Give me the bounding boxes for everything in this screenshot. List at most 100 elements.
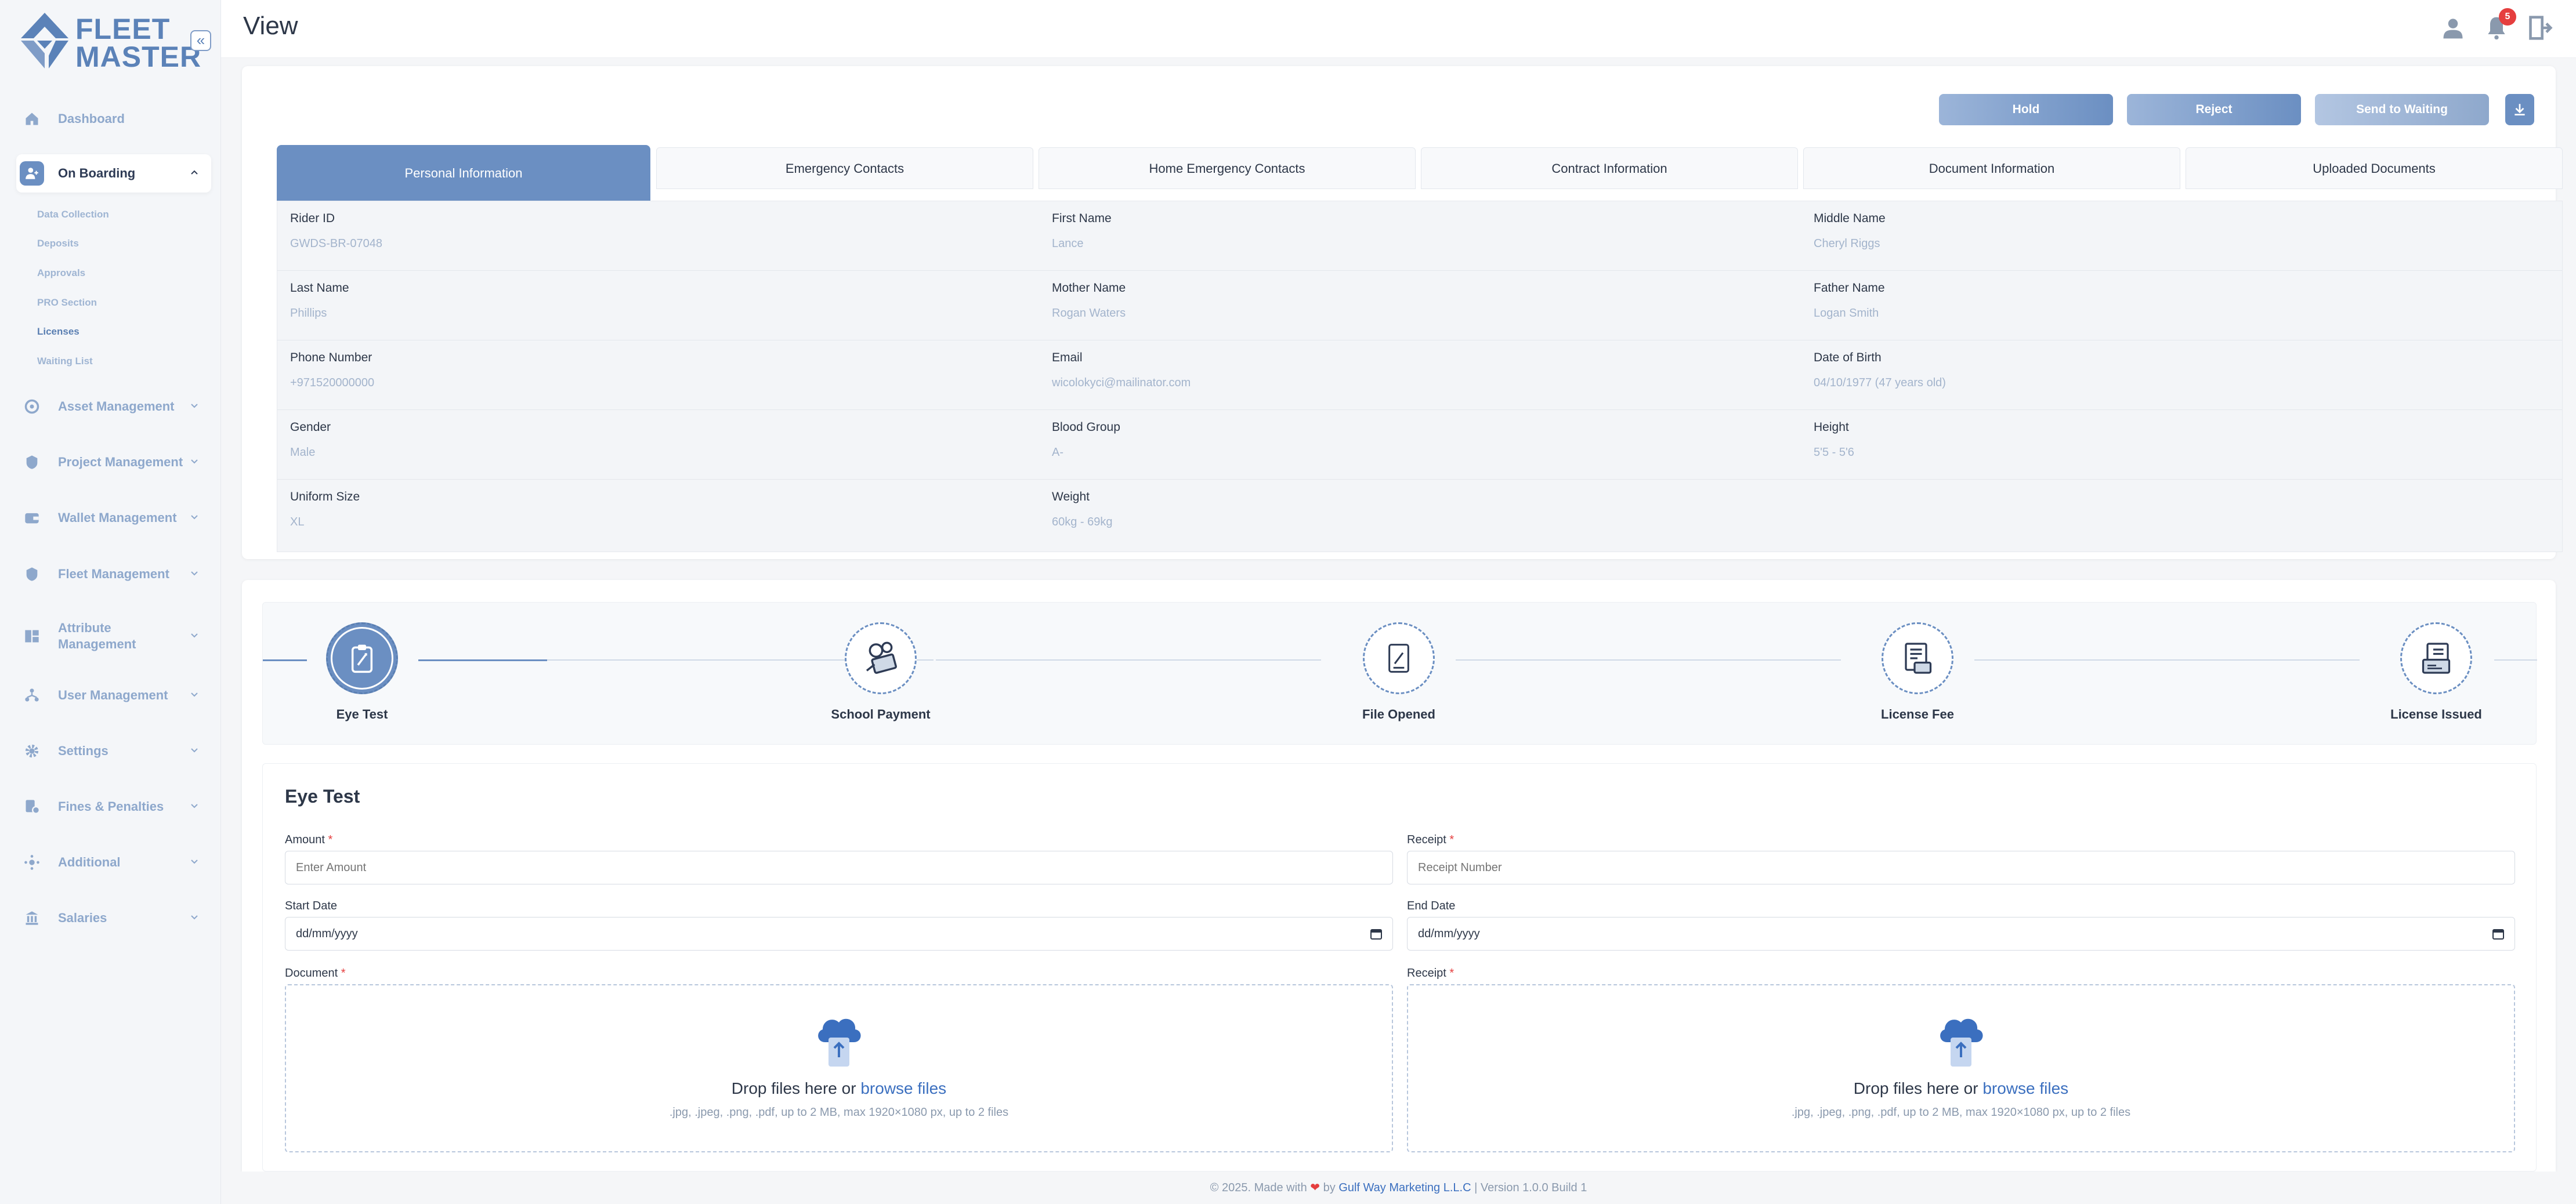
- sidebar-subitem-waiting-list[interactable]: Waiting List: [37, 356, 93, 367]
- home-icon: [20, 107, 44, 131]
- gear-icon: [20, 739, 44, 763]
- required-mark: *: [328, 833, 333, 846]
- sidebar-item-dashboard[interactable]: Dashboard: [16, 100, 211, 138]
- sidebar-item-fines-penalties[interactable]: Fines & Penalties: [16, 788, 211, 826]
- step-license-issued[interactable]: [2400, 622, 2472, 694]
- field-label: Father Name: [1814, 281, 1885, 295]
- license-icon: [2422, 643, 2451, 674]
- end-date-label: End Date: [1407, 900, 1456, 912]
- required-mark: *: [1449, 967, 1455, 980]
- sidebar-subitem-licenses[interactable]: Licenses: [37, 326, 79, 338]
- step-connector: [418, 659, 547, 661]
- field-value: Cheryl Riggs: [1814, 237, 1880, 250]
- collapse-sidebar-button[interactable]: «: [190, 30, 211, 51]
- tab-home-emergency-contacts[interactable]: Home Emergency Contacts: [1039, 147, 1416, 189]
- reject-button[interactable]: Reject: [2127, 94, 2301, 125]
- step-eye-test[interactable]: [326, 622, 398, 694]
- sidebar-subitem-deposits[interactable]: Deposits: [37, 238, 79, 249]
- browse-files-link[interactable]: browse files: [860, 1079, 946, 1097]
- calendar-icon[interactable]: [2491, 927, 2505, 941]
- sidebar-item-wallet-management[interactable]: Wallet Management: [16, 499, 211, 537]
- bell-icon[interactable]: 5: [2484, 8, 2516, 41]
- personal-info-grid: Rider ID GWDS-BR-07048 First Name Lance …: [277, 201, 2563, 552]
- step-label: License Fee: [1881, 707, 1954, 721]
- sidebar-item-fleet-management[interactable]: Fleet Management: [16, 555, 211, 593]
- receipt-dropzone[interactable]: Drop files here or browse files .jpg, .j…: [1407, 984, 2515, 1152]
- amount-label: Amount *: [285, 833, 332, 847]
- tab-uploaded-documents[interactable]: Uploaded Documents: [2186, 147, 2563, 189]
- info-row: Uniform Size XL Weight 60kg - 69kg: [277, 480, 2562, 549]
- step-connector: [1974, 659, 2360, 661]
- step-connector: [936, 659, 1321, 661]
- chevron-down-icon: [186, 400, 203, 414]
- download-icon: [2515, 104, 2525, 116]
- step-school-payment[interactable]: [845, 622, 917, 694]
- company-link[interactable]: Gulf Way Marketing L.L.C: [1338, 1181, 1471, 1194]
- field-value: A-: [1052, 446, 1063, 459]
- amount-input[interactable]: [285, 851, 1393, 884]
- attribute-icon: [20, 624, 44, 648]
- info-row: Rider ID GWDS-BR-07048 First Name Lance …: [277, 201, 2562, 271]
- field-label: Gender: [290, 420, 331, 434]
- users-icon: [20, 683, 44, 708]
- sidebar-item-attribute-management[interactable]: Attribute Management: [16, 615, 211, 658]
- send-to-waiting-button[interactable]: Send to Waiting: [2315, 94, 2489, 125]
- tab-contract-information[interactable]: Contract Information: [1421, 147, 1798, 189]
- required-mark: *: [1449, 833, 1455, 846]
- tab-personal-information[interactable]: Personal Information: [277, 145, 650, 201]
- project-icon: [20, 450, 44, 474]
- sidebar: FLEET MASTER « Dashboard On Boarding Dat…: [0, 0, 221, 1204]
- step-file-opened[interactable]: [1363, 622, 1435, 694]
- document-dropzone[interactable]: Drop files here or browse files .jpg, .j…: [285, 984, 1393, 1152]
- sidebar-item-on-boarding[interactable]: On Boarding: [16, 154, 211, 193]
- sidebar-item-asset-management[interactable]: Asset Management: [16, 387, 211, 426]
- invoice-icon: [1905, 643, 1932, 674]
- field-value: Male: [290, 446, 316, 459]
- sidebar-item-settings[interactable]: Settings: [16, 732, 211, 770]
- clipboard-icon: [351, 644, 373, 673]
- start-date-input[interactable]: dd/mm/yyyy: [285, 917, 1393, 951]
- calendar-icon[interactable]: [1369, 927, 1383, 941]
- sidebar-item-label: Attribute Management: [58, 621, 136, 651]
- field-label: Height: [1814, 420, 1849, 434]
- sidebar-subitem-pro-section[interactable]: PRO Section: [37, 297, 97, 309]
- fleet-master-logo[interactable]: FLEET MASTER: [20, 12, 201, 71]
- download-button[interactable]: [2505, 94, 2534, 125]
- end-date-input[interactable]: dd/mm/yyyy: [1407, 917, 2515, 951]
- sidebar-item-user-management[interactable]: User Management: [16, 676, 211, 715]
- phone-field: Phone Number +971520000000: [290, 351, 374, 390]
- sidebar-item-salaries[interactable]: Salaries: [16, 899, 211, 937]
- additional-icon: [20, 850, 44, 875]
- weight-field: Weight 60kg - 69kg: [1052, 490, 1113, 529]
- tab-document-information[interactable]: Document Information: [1803, 147, 2180, 189]
- email-field: Email wicolokyci@mailinator.com: [1052, 351, 1191, 390]
- sidebar-item-label: Fines & Penalties: [58, 799, 164, 814]
- receipt-label: Receipt *: [1407, 833, 1454, 847]
- step-license-fee[interactable]: [1882, 622, 1953, 694]
- field-value: wicolokyci@mailinator.com: [1052, 376, 1191, 389]
- logo-line-2: MASTER: [75, 41, 202, 73]
- browse-files-link[interactable]: browse files: [1982, 1079, 2068, 1097]
- file-edit-icon: [1388, 644, 1409, 673]
- field-label: Email: [1052, 351, 1083, 364]
- sidebar-subitem-data-collection[interactable]: Data Collection: [37, 209, 109, 220]
- logout-icon[interactable]: [2527, 15, 2553, 41]
- user-icon[interactable]: [2440, 15, 2466, 41]
- wallet-icon: [20, 506, 44, 530]
- receipt-number-input[interactable]: [1407, 851, 2515, 884]
- tab-emergency-contacts[interactable]: Emergency Contacts: [656, 147, 1033, 189]
- field-label: Uniform Size: [290, 490, 360, 503]
- hold-button[interactable]: Hold: [1939, 94, 2113, 125]
- sidebar-item-label: Additional: [58, 855, 121, 869]
- sidebar-item-additional[interactable]: Additional: [16, 843, 211, 882]
- last-name-field: Last Name Phillips: [290, 281, 349, 320]
- sidebar-item-project-management[interactable]: Project Management: [16, 443, 211, 481]
- chevron-down-icon: [186, 456, 203, 469]
- chevron-down-icon: [186, 689, 203, 702]
- blood-group-field: Blood Group A-: [1052, 420, 1120, 459]
- salaries-icon: [20, 906, 44, 930]
- info-row: Last Name Phillips Mother Name Rogan Wat…: [277, 271, 2562, 340]
- sidebar-subitem-approvals[interactable]: Approvals: [37, 267, 85, 279]
- chevron-up-icon: [186, 167, 203, 180]
- sidebar-item-label: Wallet Management: [58, 510, 177, 525]
